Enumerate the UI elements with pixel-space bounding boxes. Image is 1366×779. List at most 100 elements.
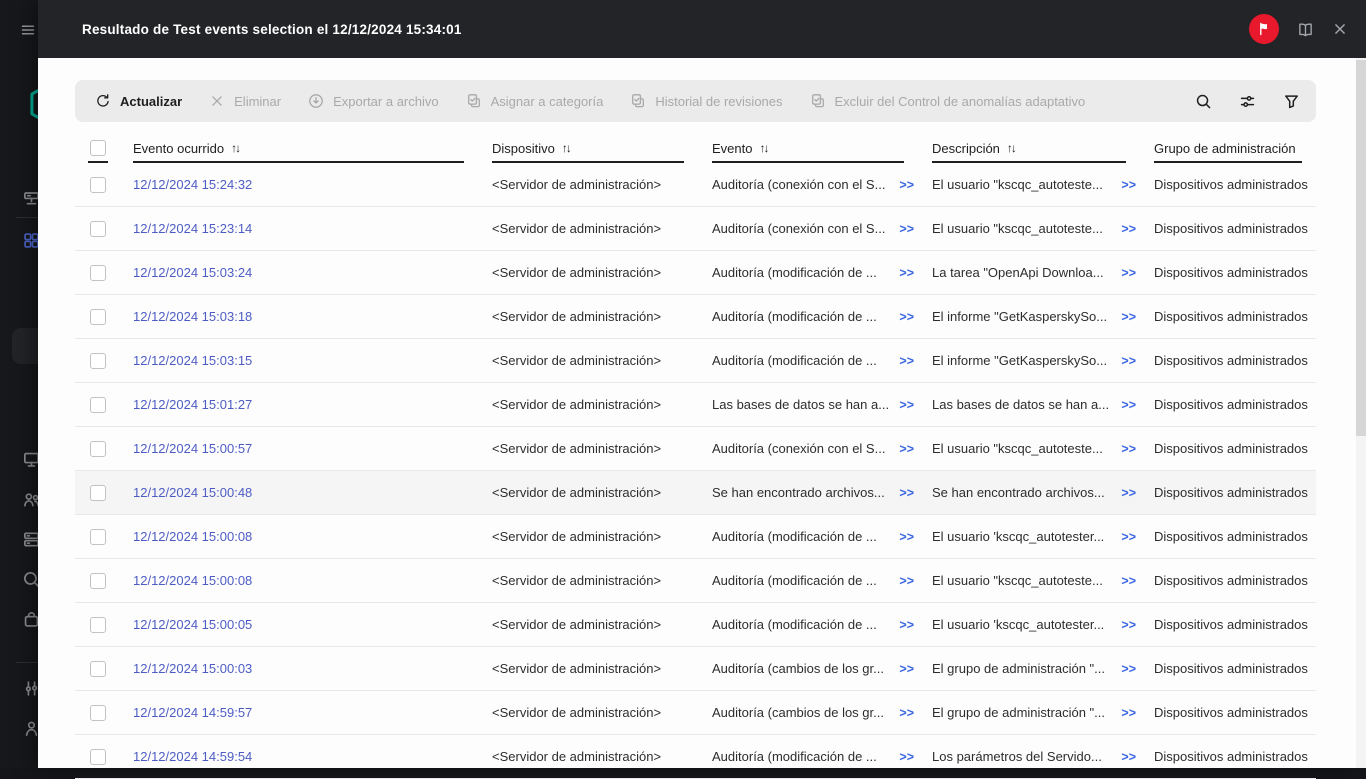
row-checkbox[interactable]: [90, 528, 106, 545]
expand-description-link[interactable]: >>: [1113, 310, 1136, 324]
row-checkbox-cell: [75, 660, 118, 677]
row-checkbox[interactable]: [90, 660, 106, 677]
expand-event-link[interactable]: >>: [891, 266, 914, 280]
scrollbar-thumb[interactable]: [1356, 60, 1366, 436]
row-checkbox[interactable]: [90, 748, 106, 765]
expand-description-link[interactable]: >>: [1113, 354, 1136, 368]
expand-description-link[interactable]: >>: [1113, 750, 1136, 764]
device-cell: <Servidor de administración>: [492, 749, 662, 764]
row-checkbox[interactable]: [90, 220, 106, 237]
expand-description-link[interactable]: >>: [1113, 574, 1136, 588]
expand-description-link[interactable]: >>: [1113, 178, 1136, 192]
expand-description-link[interactable]: >>: [1113, 618, 1136, 632]
event-time-link[interactable]: 12/12/2024 15:00:57: [133, 441, 252, 456]
expand-event-link[interactable]: >>: [891, 618, 914, 632]
expand-event-link[interactable]: >>: [891, 442, 914, 456]
event-time-link[interactable]: 12/12/2024 15:00:03: [133, 661, 252, 676]
event-time-link[interactable]: 12/12/2024 15:03:24: [133, 265, 252, 280]
event-time-link[interactable]: 12/12/2024 15:03:15: [133, 353, 252, 368]
expand-description-link[interactable]: >>: [1113, 222, 1136, 236]
column-header-descripción[interactable]: Descripción ↑↓: [918, 135, 1140, 163]
notifications-flag-badge[interactable]: [1249, 14, 1279, 44]
toolbar-button-label: Asignar a categoría: [490, 93, 604, 109]
admin-group-cell: Dispositivos administrados: [1154, 397, 1308, 412]
expand-event-link[interactable]: >>: [891, 310, 914, 324]
select-all-checkbox[interactable]: [90, 140, 106, 156]
event-time-cell: 12/12/2024 14:59:57: [118, 705, 478, 720]
toolbar-button-historial-de-revisiones[interactable]: Historial de revisiones: [630, 93, 783, 109]
row-checkbox[interactable]: [90, 440, 106, 457]
toolbar-button-actualizar[interactable]: Actualizar: [95, 93, 182, 109]
event-cell: Las bases de datos se han a... >>: [698, 397, 918, 412]
toolbar-button-exportar-a-archivo[interactable]: Exportar a archivo: [308, 93, 439, 109]
help-book-icon[interactable]: [1297, 21, 1314, 38]
expand-event-link[interactable]: >>: [891, 486, 914, 500]
row-checkbox[interactable]: [90, 308, 106, 325]
row-checkbox[interactable]: [90, 264, 106, 281]
event-time-link[interactable]: 12/12/2024 15:23:14: [133, 221, 252, 236]
table-row: 12/12/2024 15:00:08 <Servidor de administ…: [75, 515, 1316, 559]
event-time-link[interactable]: 12/12/2024 14:59:57: [133, 705, 252, 720]
expand-event-link[interactable]: >>: [891, 662, 914, 676]
filter-funnel-icon[interactable]: [1283, 93, 1300, 110]
description-text: El usuario "kscqc_autoteste...: [932, 441, 1103, 456]
device-cell: <Servidor de administración>: [492, 177, 662, 192]
sidebar-item-menu[interactable]: [20, 22, 36, 38]
clipboard-check-icon: [630, 93, 646, 109]
event-time-link[interactable]: 12/12/2024 15:00:08: [133, 529, 252, 544]
expand-description-link[interactable]: >>: [1113, 442, 1136, 456]
device-cell: <Servidor de administración>: [492, 573, 662, 588]
table-row: 12/12/2024 15:00:08 <Servidor de administ…: [75, 559, 1316, 603]
expand-event-link[interactable]: >>: [891, 530, 914, 544]
column-header-evento-ocurrido[interactable]: Evento ocurrido ↑↓: [118, 135, 478, 163]
expand-description-link[interactable]: >>: [1113, 266, 1136, 280]
row-checkbox-cell: [75, 352, 118, 369]
event-time-link[interactable]: 12/12/2024 15:24:32: [133, 177, 252, 192]
row-checkbox[interactable]: [90, 176, 106, 193]
event-time-link[interactable]: 12/12/2024 15:00:48: [133, 485, 252, 500]
expand-description-link[interactable]: >>: [1113, 398, 1136, 412]
settings-sliders-icon[interactable]: [1239, 93, 1256, 110]
expand-event-link[interactable]: >>: [891, 574, 914, 588]
event-time-cell: 12/12/2024 15:00:08: [118, 573, 478, 588]
expand-description-link[interactable]: >>: [1113, 530, 1136, 544]
description-cell: El usuario 'kscqc_autotester... >>: [918, 617, 1140, 632]
event-time-link[interactable]: 12/12/2024 15:00:05: [133, 617, 252, 632]
device-cell: <Servidor de administración>: [492, 705, 662, 720]
toolbar-button-label: Excluir del Control de anomalías adaptat…: [834, 93, 1086, 109]
row-checkbox[interactable]: [90, 352, 106, 369]
event-time-link[interactable]: 12/12/2024 15:03:18: [133, 309, 252, 324]
event-text: Auditoría (cambios de los gr...: [712, 705, 884, 720]
search-icon[interactable]: [1195, 93, 1212, 110]
device-cell: <Servidor de administración>: [492, 441, 662, 456]
event-time-link[interactable]: 12/12/2024 15:00:08: [133, 573, 252, 588]
close-icon[interactable]: [1332, 21, 1348, 37]
expand-description-link[interactable]: >>: [1113, 662, 1136, 676]
expand-description-link[interactable]: >>: [1113, 706, 1136, 720]
toolbar-button-asignar-a-categoría[interactable]: Asignar a categoría: [466, 93, 604, 109]
column-header-grupo-de-administración[interactable]: Grupo de administración↑: [1140, 135, 1316, 163]
device-cell: <Servidor de administración>: [492, 265, 662, 280]
scrollbar-track[interactable]: [1356, 58, 1366, 768]
row-checkbox[interactable]: [90, 616, 106, 633]
expand-event-link[interactable]: >>: [891, 750, 914, 764]
table-row: 12/12/2024 14:59:54 <Servidor de administ…: [75, 735, 1316, 779]
expand-event-link[interactable]: >>: [891, 354, 914, 368]
row-checkbox[interactable]: [90, 572, 106, 589]
expand-event-link[interactable]: >>: [891, 706, 914, 720]
row-checkbox[interactable]: [90, 704, 106, 721]
event-time-link[interactable]: 12/12/2024 14:59:54: [133, 749, 252, 764]
event-time-link[interactable]: 12/12/2024 15:01:27: [133, 397, 252, 412]
row-checkbox[interactable]: [90, 484, 106, 501]
expand-event-link[interactable]: >>: [891, 222, 914, 236]
toolbar-button-excluir-del-control-de-anomalías-adaptativo[interactable]: Excluir del Control de anomalías adaptat…: [810, 93, 1086, 109]
expand-event-link[interactable]: >>: [891, 398, 914, 412]
page-title: Resultado de Test events selection el 12…: [82, 21, 462, 37]
close-icon: [209, 93, 225, 109]
expand-event-link[interactable]: >>: [891, 178, 914, 192]
column-header-dispositivo[interactable]: Dispositivo ↑↓: [478, 135, 698, 163]
toolbar-button-eliminar[interactable]: Eliminar: [209, 93, 281, 109]
column-header-evento[interactable]: Evento ↑↓: [698, 135, 918, 163]
row-checkbox[interactable]: [90, 396, 106, 413]
expand-description-link[interactable]: >>: [1113, 486, 1136, 500]
